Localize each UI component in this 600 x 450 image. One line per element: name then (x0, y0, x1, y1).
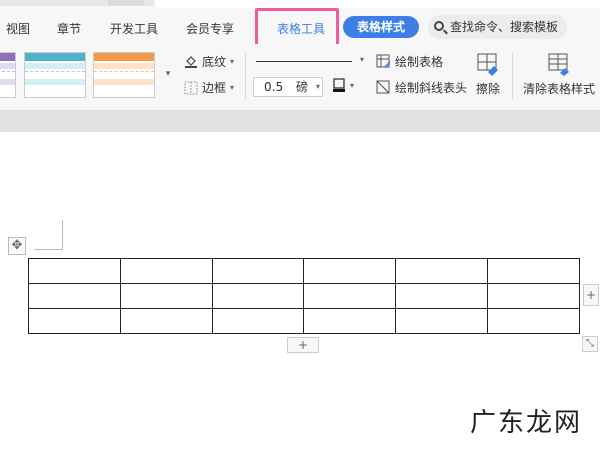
table-cell[interactable] (211, 308, 305, 334)
table-style-thumb[interactable] (0, 52, 16, 98)
table-cell[interactable] (28, 283, 121, 309)
draw-table-button[interactable]: 绘制表格 (376, 53, 443, 70)
table-cell[interactable] (395, 258, 489, 284)
line-color-button[interactable]: ▾ (332, 78, 354, 92)
border-icon (184, 81, 198, 95)
clear-style-icon (547, 52, 571, 76)
pen-color-icon (332, 78, 346, 92)
chevron-down-icon: ▾ (359, 55, 364, 64)
table-cell[interactable] (303, 258, 397, 284)
line-width-unit: 磅 (295, 80, 308, 94)
ribbon-footer-bar (0, 110, 600, 132)
border-button[interactable]: 边框 ▾ (184, 79, 234, 96)
diagonal-header-icon (376, 80, 391, 95)
table-row (28, 258, 580, 284)
table-style-thumb[interactable] (93, 52, 155, 98)
add-column-button[interactable]: + (583, 284, 599, 306)
shading-button[interactable]: 底纹 ▾ (184, 53, 234, 70)
clear-table-style-button[interactable]: 清除表格样式 (523, 52, 595, 97)
add-row-button[interactable]: + (287, 337, 319, 353)
table-cell[interactable] (119, 308, 213, 334)
line-style-select[interactable]: ▾ (252, 53, 368, 71)
clear-table-style-label: 清除表格样式 (523, 82, 596, 96)
table-cell[interactable] (487, 283, 580, 309)
watermark: 广东龙网 (470, 408, 583, 438)
draw-diagonal-header-label: 绘制斜线表头 (395, 81, 468, 95)
document-table[interactable] (28, 258, 580, 334)
ribbon-tab-bar: 视图 章节 开发工具 会员专享 表格工具 表格样式 查找命令、搜索模板 (0, 0, 600, 50)
table-cell[interactable] (487, 258, 580, 284)
chevron-down-icon: ▾ (230, 83, 235, 92)
draw-table-label: 绘制表格 (395, 55, 444, 69)
tab-table-style[interactable]: 表格样式 (343, 16, 419, 38)
table-cell[interactable] (119, 258, 213, 284)
tab-devtools[interactable]: 开发工具 (110, 20, 158, 37)
chevron-down-icon: ▾ (315, 82, 320, 91)
table-cell[interactable] (303, 283, 397, 309)
table-cell[interactable] (395, 308, 489, 334)
table-cell[interactable] (395, 283, 489, 309)
search-label: 查找命令、搜索模板 (450, 20, 559, 34)
search-box[interactable]: 查找命令、搜索模板 (428, 15, 567, 39)
search-icon (434, 21, 444, 31)
title-strip (0, 0, 600, 8)
shading-label: 底纹 (202, 55, 227, 69)
ribbon-divider (245, 52, 246, 100)
draw-diagonal-header-button[interactable]: 绘制斜线表头 (376, 79, 467, 96)
ribbon-divider (512, 52, 513, 100)
table-cell[interactable] (28, 258, 121, 284)
table-style-thumb[interactable] (24, 52, 86, 98)
table-cell[interactable] (28, 308, 121, 334)
draw-table-icon (376, 54, 391, 69)
border-label: 边框 (202, 81, 227, 95)
erase-label: 擦除 (476, 82, 501, 96)
paint-bucket-icon (184, 55, 198, 69)
chevron-down-icon: ▾ (350, 80, 355, 90)
table-row (28, 308, 580, 334)
table-cell[interactable] (119, 283, 213, 309)
line-width-select[interactable]: 0.5 磅 ▾ (253, 77, 323, 97)
table-resize-handle-icon[interactable]: ⤡ (582, 336, 598, 352)
table-row (28, 283, 580, 309)
tab-chapter[interactable]: 章节 (57, 20, 81, 37)
document-page[interactable]: ✥ + + ⤡ 广东龙网 (0, 132, 600, 450)
table-cell[interactable] (211, 283, 305, 309)
table-cell[interactable] (487, 308, 580, 334)
tab-member[interactable]: 会员专享 (186, 20, 234, 37)
chevron-down-icon: ▾ (230, 57, 235, 66)
eraser-icon (476, 52, 500, 76)
gallery-more-icon[interactable]: ▾ (162, 56, 174, 92)
table-cell[interactable] (303, 308, 397, 334)
table-move-handle-icon[interactable]: ✥ (8, 237, 26, 255)
erase-button[interactable]: 擦除 (476, 52, 500, 97)
tab-view[interactable]: 视图 (6, 20, 30, 37)
table-cell[interactable] (211, 258, 305, 284)
line-width-value: 0.5 (264, 80, 284, 94)
